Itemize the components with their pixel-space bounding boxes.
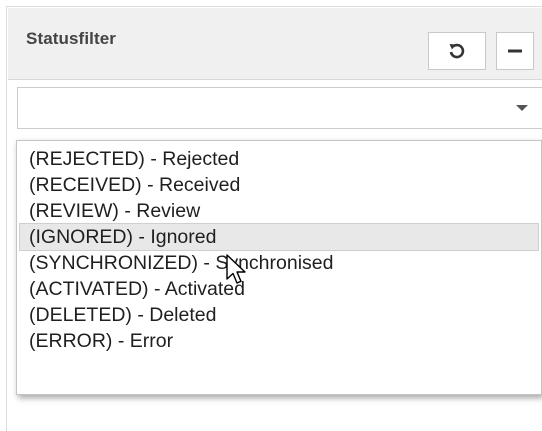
panel-header: Statusfilter bbox=[8, 8, 542, 80]
option-ignored[interactable]: (IGNORED) - Ignored bbox=[19, 223, 539, 251]
caret-down-icon[interactable] bbox=[516, 105, 528, 111]
option-review[interactable]: (REVIEW) - Review bbox=[20, 198, 538, 224]
option-rejected[interactable]: (REJECTED) - Rejected bbox=[20, 146, 538, 172]
option-error[interactable]: (ERROR) - Error bbox=[20, 328, 538, 354]
option-synchronized[interactable]: (SYNCHRONIZED) - Synchronised bbox=[20, 250, 538, 276]
option-activated[interactable]: (ACTIVATED) - Activated bbox=[20, 276, 538, 302]
status-select[interactable] bbox=[17, 87, 542, 129]
refresh-icon bbox=[449, 43, 465, 59]
minimize-button[interactable] bbox=[496, 32, 534, 70]
reset-button[interactable] bbox=[428, 32, 486, 70]
option-deleted[interactable]: (DELETED) - Deleted bbox=[20, 302, 538, 328]
option-received[interactable]: (RECEIVED) - Received bbox=[20, 172, 538, 198]
panel-title: Statusfilter bbox=[26, 29, 116, 48]
option-list: (REJECTED) - Rejected (RECEIVED) - Recei… bbox=[17, 141, 541, 354]
status-dropdown-list: (REJECTED) - Rejected (RECEIVED) - Recei… bbox=[16, 140, 542, 395]
minus-icon bbox=[508, 49, 522, 53]
